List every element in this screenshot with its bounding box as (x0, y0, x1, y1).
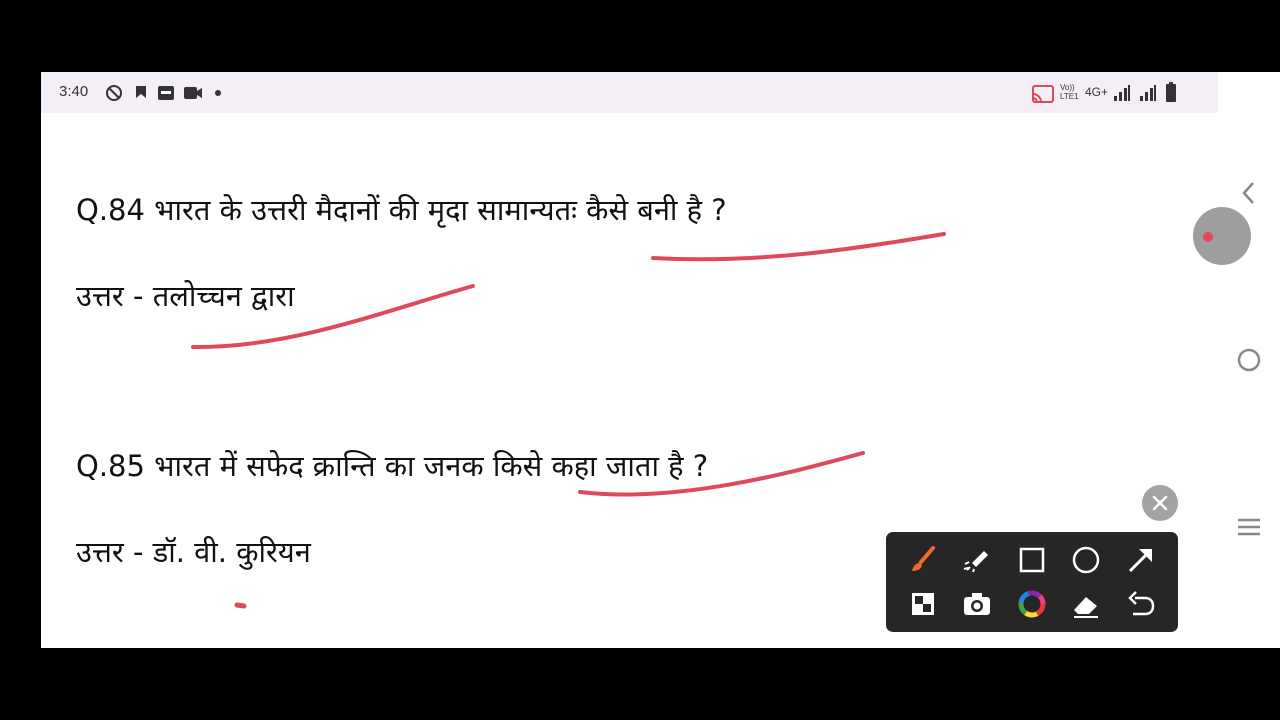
network-type-label: 4G+ (1085, 85, 1109, 99)
circle-icon[interactable] (1066, 542, 1106, 578)
battery-icon (1166, 82, 1176, 102)
signal-icon (1114, 85, 1130, 101)
no-disturb-icon (106, 85, 122, 101)
assistive-ball[interactable] (1193, 207, 1251, 265)
camera-icon[interactable] (957, 586, 997, 622)
answer-85: उत्तर - डॉ. वी. कुरियन (76, 535, 311, 569)
ink-dot (234, 602, 247, 609)
assistive-ball-dot (1203, 232, 1213, 242)
answer-84: उत्तर - तलोच्चन द्वारा (76, 279, 295, 313)
undo-icon[interactable] (1121, 586, 1161, 622)
shield-icon (136, 86, 146, 98)
rectangle-icon[interactable] (1012, 542, 1052, 578)
laser-pointer-icon[interactable] (957, 542, 997, 578)
back-icon[interactable] (1234, 178, 1264, 208)
mosaic-icon[interactable] (903, 586, 943, 622)
brush-icon[interactable] (903, 542, 943, 578)
status-time: 3:40 (59, 83, 89, 100)
dot-icon (215, 90, 221, 96)
drawing-toolbox (886, 532, 1178, 632)
menu-icon[interactable] (1234, 512, 1264, 542)
signal-icon (1140, 85, 1156, 101)
close-icon (1152, 495, 1168, 511)
navigation-column (1218, 72, 1280, 648)
question-84: Q.84 भारत के उत्तरी मैदानों की मृदा सामा… (76, 193, 727, 227)
ink-underline-q84 (651, 232, 946, 262)
close-button[interactable] (1142, 485, 1178, 521)
volte-label: Vo)) LTE1 (1060, 83, 1079, 101)
question-85: Q.85 भारत में सफेद क्रान्ति का जनक किसे … (76, 449, 709, 483)
home-icon[interactable] (1234, 345, 1264, 375)
eraser-icon[interactable] (1066, 586, 1106, 622)
color-wheel-icon[interactable] (1012, 586, 1052, 622)
screen: 3:40 Vo)) LTE1 4G+ Q.84 भारत के उत्तरी म… (41, 72, 1280, 648)
cast-icon (1032, 85, 1054, 103)
arrow-icon[interactable] (1121, 542, 1161, 578)
paytm-icon (158, 86, 174, 100)
status-bar: 3:40 Vo)) LTE1 4G+ (41, 72, 1218, 113)
video-icon (184, 87, 202, 99)
